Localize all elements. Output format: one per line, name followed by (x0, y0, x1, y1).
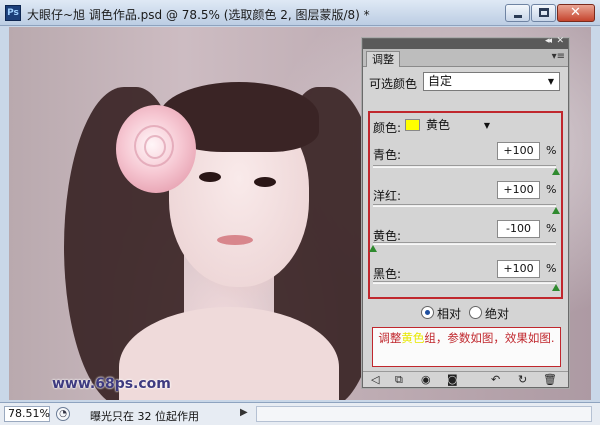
flower-petal (144, 135, 166, 159)
chevron-down-icon: ▼ (483, 121, 490, 130)
slider-label-cyan: 青色: (373, 148, 402, 162)
cyan-slider-thumb[interactable] (552, 168, 560, 175)
eye-icon[interactable]: ◙ (447, 374, 458, 386)
radio-relative[interactable] (421, 306, 434, 319)
photoshop-icon: Ps (5, 5, 21, 21)
preset-value: 自定 (428, 74, 453, 88)
radio-absolute[interactable] (469, 306, 482, 319)
collapse-icon[interactable]: ◂◂ (545, 36, 552, 46)
annotation-note: 调整黄色组，参数如图，效果如图. (372, 327, 561, 367)
status-message: 曝光只在 32 位起作用 (90, 410, 199, 423)
left-eye (199, 172, 221, 182)
slider-label-black: 黑色: (373, 267, 402, 281)
magenta-value-input[interactable]: +100 (497, 181, 540, 199)
right-eye (254, 177, 276, 187)
maximize-icon (539, 8, 549, 17)
adjustments-panel: ◂◂ ✕ 调整 ▾≡ 可选颜色 自定 ▼ 颜色: 黄色 ▼ 青色: +100 %… (362, 36, 569, 388)
color-value: 黄色 (426, 118, 451, 132)
horizontal-scrollbar[interactable] (256, 406, 592, 422)
panel-header: ◂◂ ✕ (363, 36, 568, 49)
yellow-slider-thumb[interactable] (369, 245, 377, 252)
cyan-slider-track[interactable] (373, 165, 556, 168)
preset-label: 可选颜色 (369, 77, 418, 91)
radio-absolute-label: 绝对 (485, 307, 510, 321)
close-icon: ✕ (570, 5, 581, 20)
document-title: 大眼仔~旭 调色作品.psd @ 78.5% (选取颜色 2, 图层蒙版/8) … (27, 8, 370, 22)
black-value-input[interactable]: +100 (497, 260, 540, 278)
lips (217, 235, 253, 245)
black-slider-thumb[interactable] (552, 284, 560, 291)
back-icon[interactable]: ◁ (371, 374, 379, 386)
previous-state-icon[interactable]: ↶ (491, 374, 500, 386)
trash-icon[interactable]: 🗑 (543, 374, 557, 386)
yellow-unit: % (546, 222, 557, 235)
toggle-layer-icon[interactable]: ◉ (421, 374, 431, 386)
close-window-button[interactable]: ✕ (557, 4, 595, 22)
slider-label-magenta: 洋红: (373, 189, 402, 203)
note-highlight: 黄色 (401, 331, 425, 345)
window-title-bar: Ps 大眼仔~旭 调色作品.psd @ 78.5% (选取颜色 2, 图层蒙版/… (0, 0, 600, 26)
minimize-button[interactable] (505, 4, 530, 22)
status-menu-arrow-icon[interactable]: ▶ (240, 407, 248, 418)
reset-icon[interactable]: ↻ (518, 374, 527, 386)
clip-to-layer-icon[interactable]: ⧉ (395, 374, 403, 386)
magenta-unit: % (546, 183, 557, 196)
status-info-icon[interactable]: ◔ (56, 407, 70, 421)
minimize-icon (514, 15, 522, 18)
cyan-unit: % (546, 144, 557, 157)
radio-relative-label: 相对 (437, 307, 462, 321)
yellow-slider-track[interactable] (373, 242, 556, 245)
note-text-after: 组，参数如图，效果如图. (424, 331, 555, 345)
panel-bottom-toolbar: ◁ ⧉ ◉ ◙ ↶ ↻ 🗑 (363, 371, 568, 387)
panel-menu-icon[interactable]: ▾≡ (552, 51, 565, 62)
yellow-value-input[interactable]: -100 (497, 220, 540, 238)
magenta-slider-track[interactable] (373, 204, 556, 207)
magenta-slider-thumb[interactable] (552, 207, 560, 214)
tab-adjustments[interactable]: 调整 (366, 51, 400, 67)
preset-select[interactable]: 自定 ▼ (423, 72, 560, 91)
panel-tab-bar: 调整 ▾≡ (363, 49, 568, 67)
color-select[interactable]: 黄色 ▼ (403, 116, 496, 135)
chevron-down-icon: ▼ (547, 77, 554, 86)
watermark: www.68ps.com (52, 376, 171, 392)
color-label: 颜色: (373, 121, 402, 135)
black-unit: % (546, 262, 557, 275)
zoom-field[interactable]: 78.51% (4, 406, 50, 422)
status-bar: 78.51% ◔ 曝光只在 32 位起作用 ▶ (0, 402, 600, 425)
panel-close-icon[interactable]: ✕ (556, 36, 564, 46)
cyan-value-input[interactable]: +100 (497, 142, 540, 160)
pink-flower (116, 105, 196, 193)
note-text-before: 调整 (378, 331, 402, 345)
maximize-button[interactable] (531, 4, 556, 22)
black-slider-track[interactable] (373, 281, 556, 284)
